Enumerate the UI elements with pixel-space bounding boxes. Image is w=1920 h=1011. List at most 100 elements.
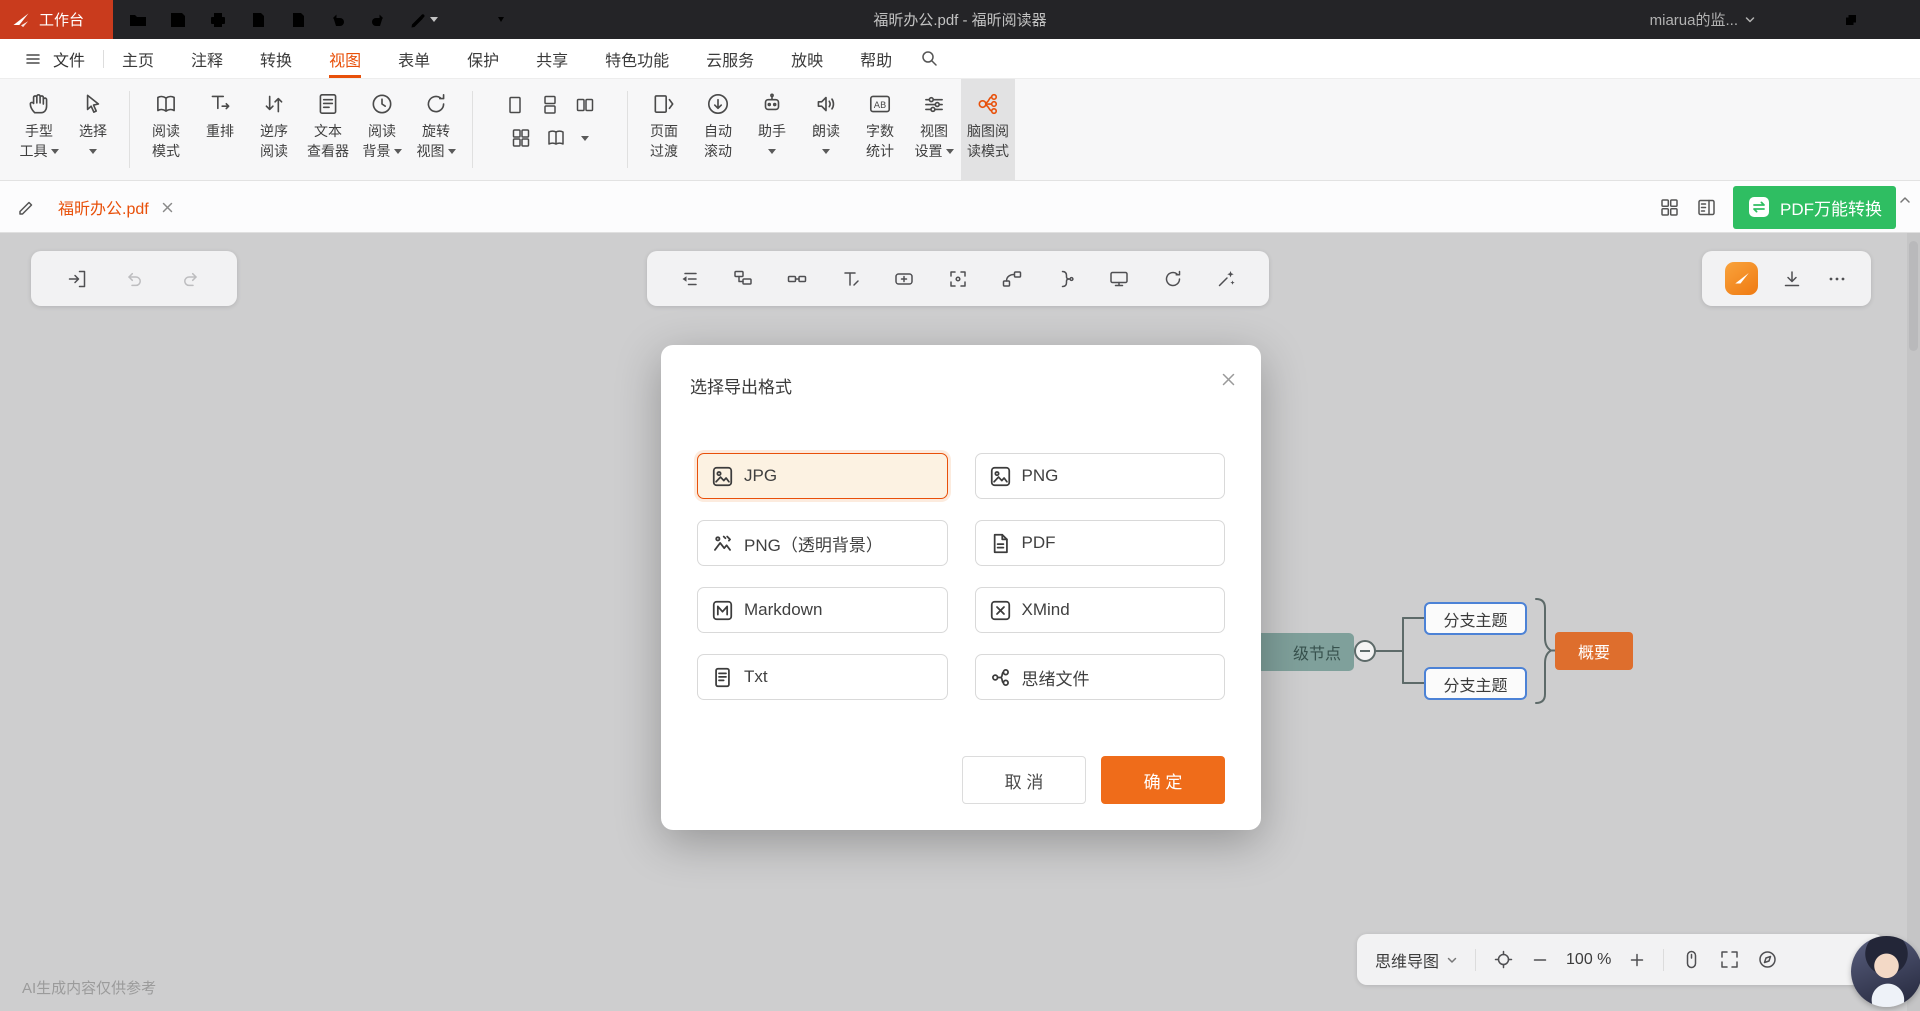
foxit-orange-badge[interactable] — [1725, 262, 1758, 295]
search-icon[interactable] — [920, 39, 939, 78]
export-option-txt[interactable]: Txt — [697, 654, 948, 700]
tab-close-icon[interactable] — [161, 201, 174, 214]
ribbon-word-count[interactable]: AB 字数 统计 — [853, 79, 907, 180]
compass-icon[interactable] — [1757, 949, 1778, 970]
export-option-png[interactable]: PNG — [975, 453, 1226, 499]
workspace-button[interactable]: 工作台 — [0, 0, 113, 39]
close-button[interactable] — [1874, 0, 1920, 39]
continuous-page-icon[interactable] — [540, 95, 560, 115]
menu-item-slideshow[interactable]: 放映 — [791, 39, 823, 78]
ai-beautify-icon[interactable] — [1215, 268, 1237, 290]
summary-brace-icon[interactable] — [1054, 268, 1076, 290]
workspace-label: 工作台 — [39, 9, 84, 30]
ribbon-reverse-read[interactable]: 逆序 阅读 — [247, 79, 301, 180]
menu-item-help[interactable]: 帮助 — [860, 39, 892, 78]
more-ellipsis-icon[interactable] — [1826, 268, 1848, 290]
edit-text-icon[interactable] — [840, 268, 862, 290]
mindmap-branch-node[interactable]: 分支主题 — [1424, 602, 1527, 635]
menu-item-home[interactable]: 主页 — [122, 39, 154, 78]
import-node-icon[interactable] — [66, 268, 88, 290]
download-icon[interactable] — [1781, 268, 1803, 290]
ribbon-rotate-view[interactable]: 旋转 视图 — [409, 79, 463, 180]
layout-dropdown-icon[interactable] — [581, 136, 589, 141]
add-subtopic-icon[interactable] — [786, 268, 808, 290]
mindmap-level-node[interactable]: 级节点 — [1246, 633, 1354, 671]
ribbon-assistant[interactable]: 助手 — [745, 79, 799, 180]
ribbon-page-transition[interactable]: 页面 过渡 — [637, 79, 691, 180]
pdf-convert-button[interactable]: PDF万能转换 — [1733, 186, 1896, 229]
document-tab[interactable]: 福昕办公.pdf — [48, 181, 184, 233]
frame-capture-icon[interactable] — [947, 268, 969, 290]
menu-item-protect[interactable]: 保护 — [467, 39, 499, 78]
redo-icon[interactable] — [180, 268, 202, 290]
grid-view-icon[interactable] — [1659, 197, 1680, 218]
page-panel-icon[interactable] — [1696, 197, 1717, 218]
hamburger-icon[interactable] — [24, 50, 42, 68]
export-option-mind-file[interactable]: 思绪文件 — [975, 654, 1226, 700]
facing-page-icon[interactable] — [575, 95, 595, 115]
single-page-icon[interactable] — [505, 95, 525, 115]
book-view-icon[interactable] — [546, 128, 566, 148]
restore-button[interactable] — [1828, 0, 1874, 39]
ribbon-read-mode[interactable]: 阅读 模式 — [139, 79, 193, 180]
collapse-minus-button[interactable] — [1354, 640, 1376, 662]
mode-dropdown[interactable]: 思维导图 — [1375, 948, 1458, 972]
ok-button[interactable]: 确 定 — [1101, 756, 1225, 804]
ribbon-select-tool[interactable]: 选择 — [66, 79, 120, 180]
ribbon-mindmap-mode[interactable]: 脑图阅 读模式 — [961, 79, 1015, 180]
ink-sign-icon[interactable] — [408, 10, 438, 30]
menu-item-features[interactable]: 特色功能 — [605, 39, 669, 78]
menu-file[interactable]: 文件 — [53, 47, 85, 71]
export-option-xmind[interactable]: XMind — [975, 587, 1226, 633]
export-option-markdown[interactable]: Markdown — [697, 587, 948, 633]
insert-node-icon[interactable] — [893, 268, 915, 290]
user-avatar[interactable] — [1851, 936, 1920, 1007]
center-view-icon[interactable] — [1493, 949, 1514, 970]
fullscreen-icon[interactable] — [1719, 949, 1740, 970]
account-menu[interactable]: miarua的监... — [1650, 9, 1756, 30]
add-sibling-icon[interactable] — [732, 268, 754, 290]
relation-icon[interactable] — [1001, 268, 1023, 290]
mouse-mode-icon[interactable] — [1681, 949, 1702, 970]
new-page-icon[interactable] — [288, 10, 308, 30]
ribbon-read-background[interactable]: 阅读 背景 — [355, 79, 409, 180]
zoom-out-button[interactable] — [1531, 951, 1549, 969]
theme-refresh-icon[interactable] — [1162, 268, 1184, 290]
menu-item-form[interactable]: 表单 — [398, 39, 430, 78]
menu-item-view[interactable]: 视图 — [329, 39, 361, 78]
redo-icon[interactable] — [368, 10, 388, 30]
undo-icon[interactable] — [123, 268, 145, 290]
mindmap-summary-node[interactable]: 概要 — [1555, 632, 1633, 670]
presentation-icon[interactable] — [1108, 268, 1130, 290]
dialog-close-icon[interactable] — [1220, 371, 1237, 388]
outline-topic-icon[interactable] — [679, 268, 701, 290]
export-option-png-transparent[interactable]: PNG（透明背景） — [697, 520, 948, 566]
export-page-icon[interactable] — [248, 10, 268, 30]
save-icon[interactable] — [168, 10, 188, 30]
menu-item-share[interactable]: 共享 — [536, 39, 568, 78]
mindmap-branch-node[interactable]: 分支主题 — [1424, 667, 1527, 700]
ribbon-hand-tool[interactable]: 手型 工具 — [12, 79, 66, 180]
menu-item-comment[interactable]: 注释 — [191, 39, 223, 78]
vertical-scrollbar[interactable] — [1907, 233, 1920, 1011]
ribbon-text-viewer[interactable]: 文本 查看器 — [301, 79, 355, 180]
open-folder-icon[interactable] — [128, 10, 148, 30]
ribbon-reflow[interactable]: 重排 — [193, 79, 247, 180]
ribbon-view-settings[interactable]: 视图 设置 — [907, 79, 961, 180]
cancel-button[interactable]: 取 消 — [962, 756, 1086, 804]
zoom-in-button[interactable] — [1628, 951, 1646, 969]
export-option-jpg[interactable]: JPG — [697, 453, 948, 499]
undo-icon[interactable] — [328, 10, 348, 30]
ribbon-read-aloud[interactable]: 朗读 — [799, 79, 853, 180]
ribbon-auto-scroll[interactable]: 自动 滚动 — [691, 79, 745, 180]
facing-continuous-icon[interactable] — [511, 128, 531, 148]
minimize-button[interactable] — [1782, 0, 1828, 39]
menu-item-cloud[interactable]: 云服务 — [706, 39, 754, 78]
print-icon[interactable] — [208, 10, 228, 30]
collapse-up-icon[interactable] — [1898, 193, 1912, 207]
pencil-icon[interactable] — [16, 196, 37, 217]
customize-toolbar-icon[interactable] — [492, 11, 510, 29]
export-option-pdf[interactable]: PDF — [975, 520, 1226, 566]
menu-item-convert[interactable]: 转换 — [260, 39, 292, 78]
scrollbar-thumb[interactable] — [1909, 241, 1918, 351]
